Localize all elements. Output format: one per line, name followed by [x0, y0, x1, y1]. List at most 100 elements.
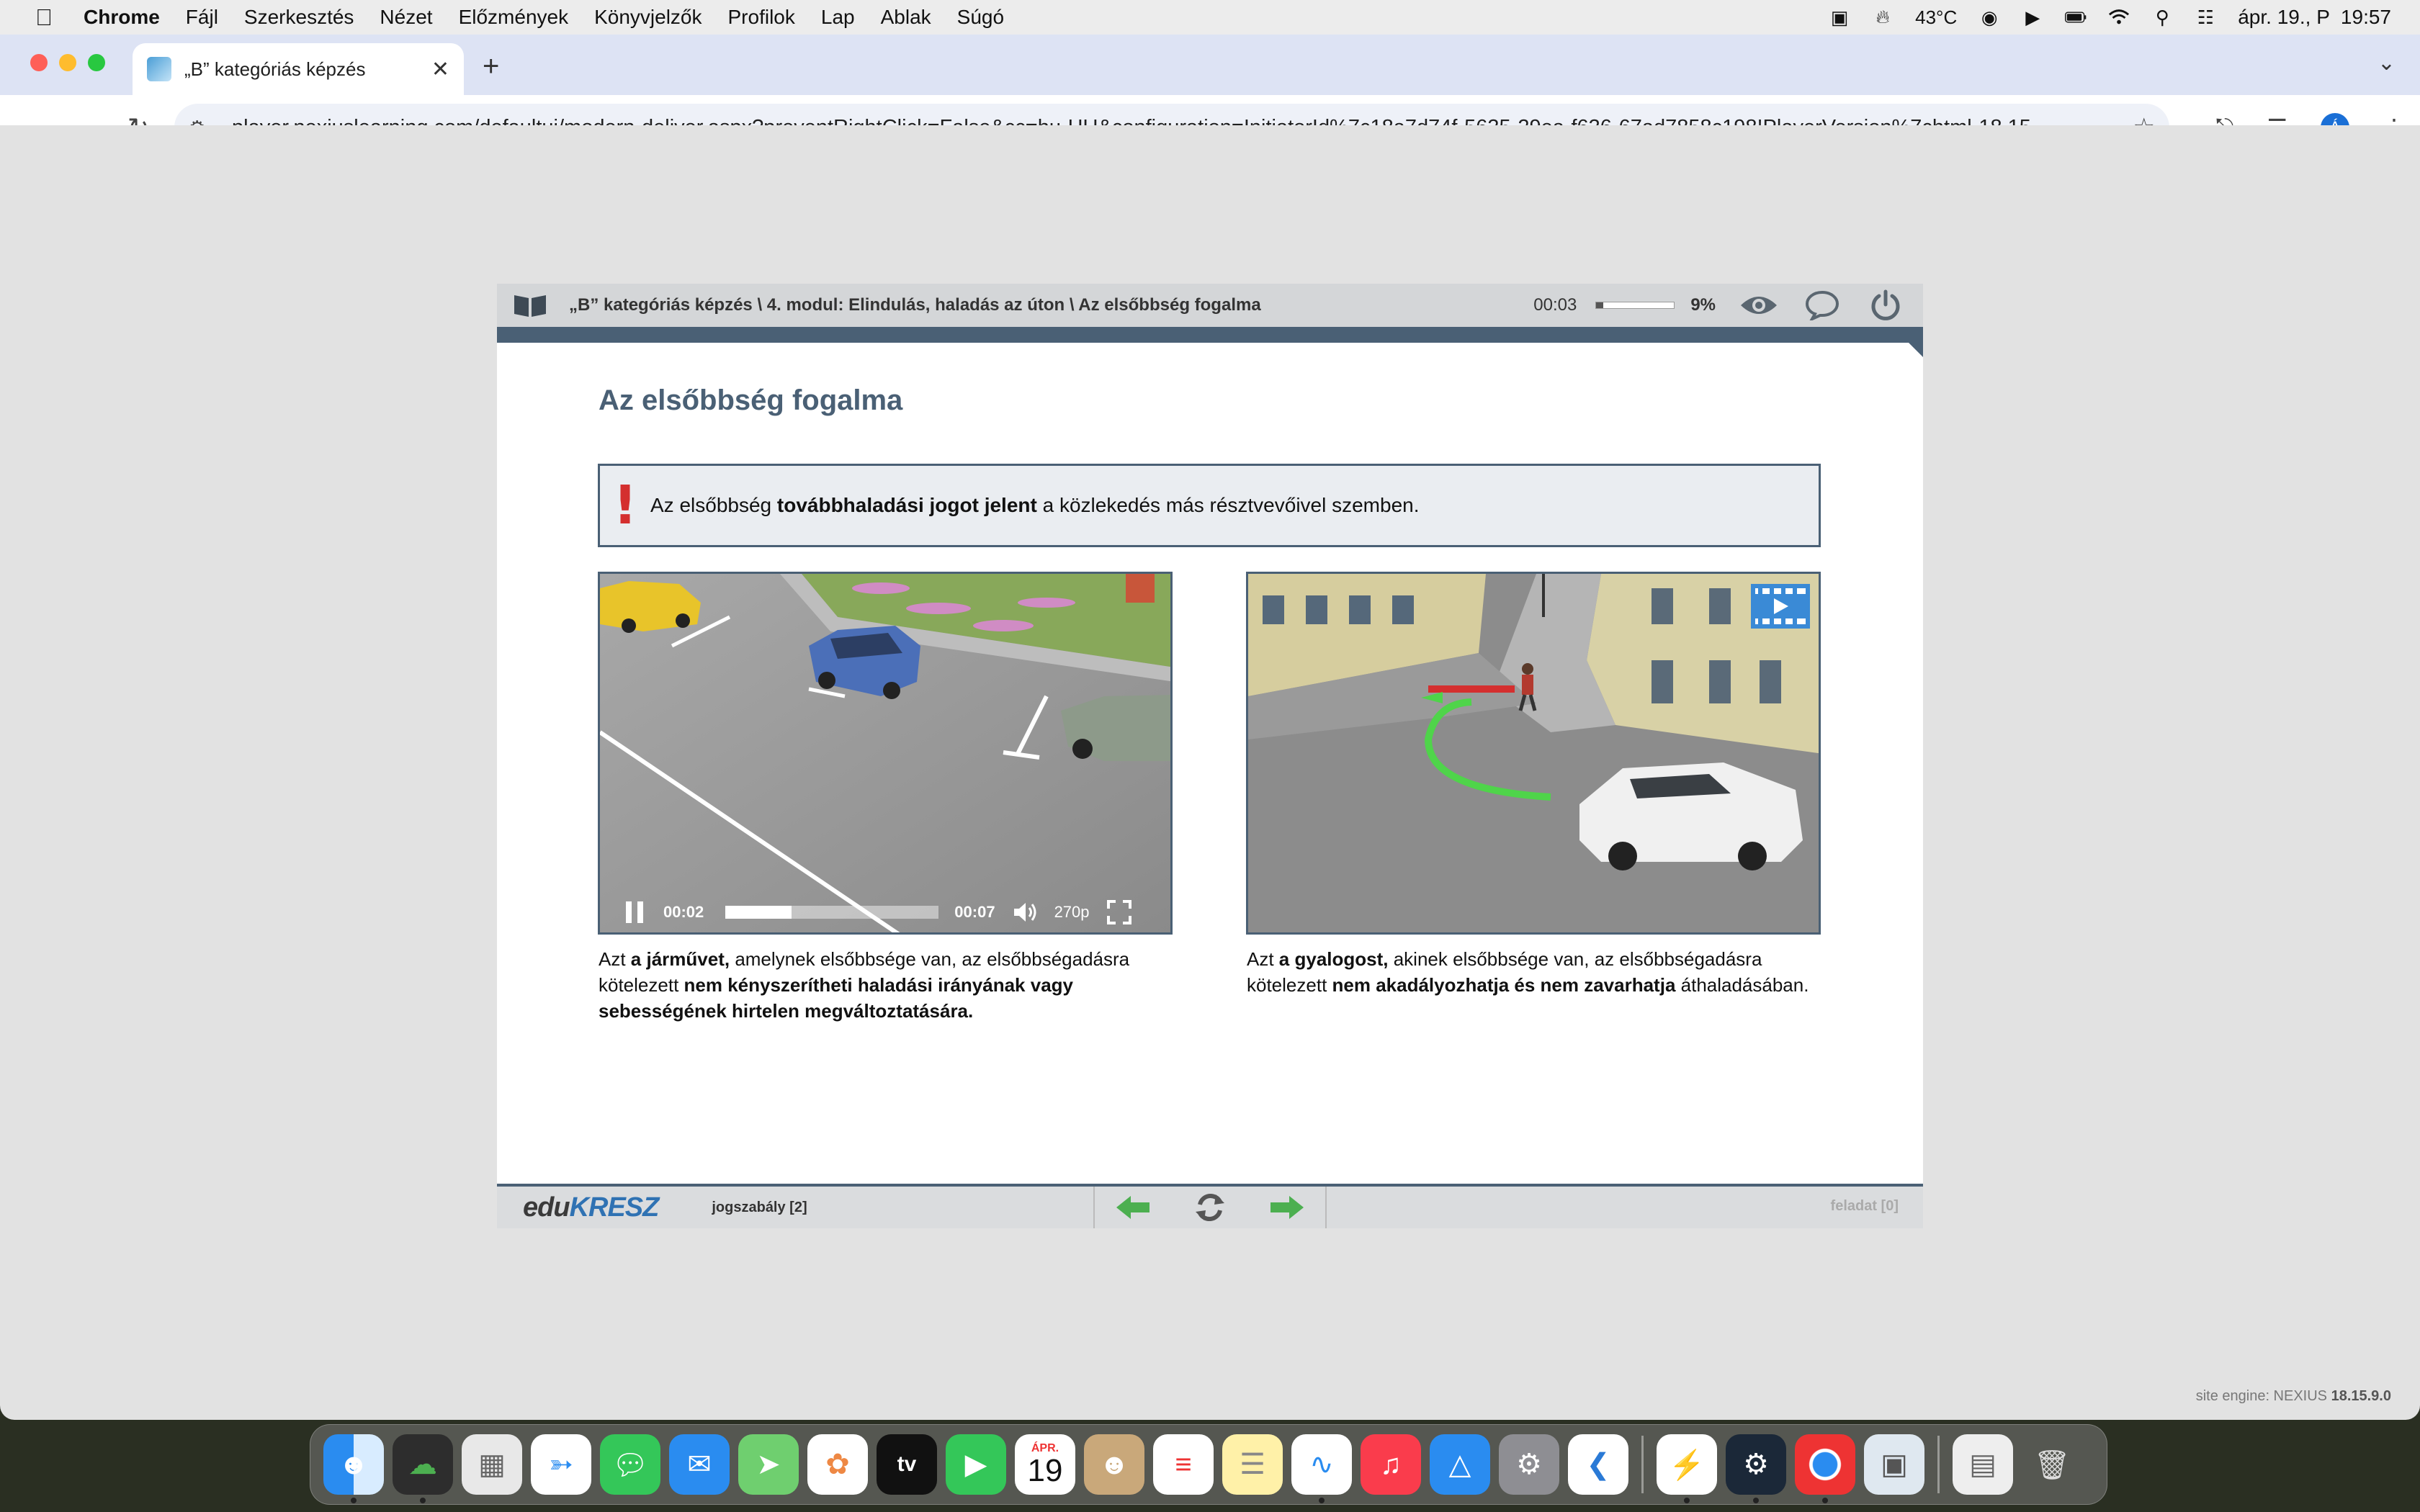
menu-help[interactable]: Súgó: [957, 6, 1004, 29]
reload-page-icon[interactable]: [1188, 1191, 1232, 1224]
video-player-pedestrian[interactable]: [1246, 572, 1821, 935]
facetime-icon[interactable]: ▶: [946, 1434, 1006, 1495]
calendar-icon[interactable]: ÁPR. 19: [1015, 1434, 1075, 1495]
caption-bold: nem akadályozhatja és nem zavarhatja: [1332, 974, 1676, 996]
safari-icon[interactable]: ➳: [531, 1434, 591, 1495]
course-progress-fill: [1596, 302, 1604, 308]
breadcrumb: „B” kategóriás képzés \ 4. modul: Elindu…: [569, 295, 1261, 315]
video-player-vehicle[interactable]: 00:02 00:07 270p: [598, 572, 1173, 935]
messages-icon[interactable]: 💬︎: [600, 1434, 660, 1495]
messenger-icon[interactable]: ⚡: [1657, 1434, 1717, 1503]
video-quality-selector[interactable]: 270p: [1054, 903, 1090, 922]
icloud-app-icon[interactable]: ☁: [393, 1434, 453, 1503]
film-play-icon[interactable]: [1751, 584, 1810, 629]
table-of-contents-book-icon[interactable]: [513, 292, 547, 318]
tab-strip: „B” kategóriás képzés ✕ + ⌄: [0, 35, 2420, 95]
caption-vehicle: Azt a járművet, amelynek elsőbbsége van,…: [599, 946, 1175, 1024]
caption-text: áthaladásában.: [1675, 974, 1809, 996]
power-exit-icon[interactable]: [1865, 285, 1906, 325]
caption-text: Azt: [1247, 948, 1279, 970]
wifi-icon[interactable]: [2108, 6, 2130, 28]
flame-icon[interactable]: 🔥︎: [1872, 6, 1894, 28]
player-footer: eduKRESZ jogszabály [2] feladat [0]: [497, 1184, 1923, 1228]
pause-icon[interactable]: [626, 901, 647, 923]
dock-separator: [1641, 1436, 1644, 1493]
system-settings-icon[interactable]: ⚙: [1499, 1434, 1559, 1495]
menu-history[interactable]: Előzmények: [459, 6, 569, 29]
preview-icon[interactable]: ▣: [1864, 1434, 1924, 1495]
steam-icon[interactable]: ⚙: [1726, 1434, 1786, 1503]
finder-icon[interactable]: ☻: [323, 1434, 384, 1503]
menu-window[interactable]: Ablak: [881, 6, 931, 29]
new-tab-button[interactable]: +: [483, 50, 499, 83]
regulation-link[interactable]: jogszabály [2]: [712, 1200, 807, 1216]
web-content: „B” kategóriás képzés \ 4. modul: Elindu…: [0, 125, 2420, 1404]
street-crossing-scene: [1248, 574, 1819, 932]
task-counter[interactable]: feladat [0]: [1831, 1198, 1899, 1215]
menu-view[interactable]: Nézet: [380, 6, 432, 29]
comment-bubble-icon[interactable]: [1802, 285, 1842, 325]
window-close-button[interactable]: [30, 54, 48, 71]
window-minimize-button[interactable]: [59, 54, 76, 71]
menu-edit[interactable]: Szerkesztés: [244, 6, 354, 29]
video-current-time: 00:02: [663, 903, 704, 921]
video-seek-fill: [725, 906, 792, 919]
apple-tv-icon[interactable]: tv: [877, 1434, 937, 1495]
photos-icon[interactable]: ✿: [807, 1434, 868, 1495]
site-engine-label: site engine: NEXIUS: [2195, 1388, 2331, 1404]
header-accent-band: [497, 327, 1923, 343]
caption-bold: a gyalogost,: [1278, 948, 1389, 970]
next-arrow-icon[interactable]: [1265, 1191, 1309, 1224]
caption-pedestrian: Azt a gyalogost, akinek elsőbbsége van, …: [1247, 946, 1823, 998]
caption-text: Azt: [599, 948, 631, 970]
tab-search-chevron-icon[interactable]: ⌄: [2378, 50, 2396, 76]
video-seek-bar[interactable]: [725, 906, 939, 919]
downloads-stack-icon[interactable]: ▤: [1953, 1434, 2013, 1495]
notes-icon[interactable]: ☰: [1222, 1434, 1283, 1495]
tab-title: „B” kategóriás képzés: [184, 58, 366, 80]
site-engine-version: site engine: NEXIUS 18.15.9.0: [2196, 1388, 2391, 1405]
creative-cloud-icon[interactable]: ◉: [1978, 6, 2000, 28]
reminders-icon[interactable]: ≡: [1153, 1434, 1214, 1495]
mail-icon[interactable]: ✉: [669, 1434, 730, 1495]
battery-icon[interactable]: [2065, 6, 2087, 28]
control-center-icon[interactable]: ☷: [2195, 6, 2216, 28]
apple-menu-icon[interactable]: : [27, 4, 60, 31]
eye-icon[interactable]: [1739, 285, 1779, 325]
tab-close-icon[interactable]: ✕: [431, 57, 449, 82]
calendar-day: 19: [1027, 1453, 1063, 1488]
launchpad-icon[interactable]: ▦: [462, 1434, 522, 1495]
browser-tab-active[interactable]: „B” kategóriás képzés ✕: [133, 43, 464, 95]
music-icon[interactable]: ♫: [1361, 1434, 1421, 1495]
caption-bold: a járművet,: [630, 948, 730, 970]
menu-profiles[interactable]: Profilok: [728, 6, 795, 29]
app-store-icon[interactable]: △: [1430, 1434, 1490, 1495]
player-header: „B” kategóriás képzés \ 4. modul: Elindu…: [497, 284, 1923, 327]
trash-icon[interactable]: 🗑︎: [2022, 1434, 2082, 1495]
logo-edu: edu: [523, 1192, 570, 1223]
volume-icon[interactable]: [1013, 901, 1039, 924]
spotlight-search-icon[interactable]: ⚲: [2151, 6, 2173, 28]
maps-icon[interactable]: ➤: [738, 1434, 799, 1495]
video-controls: 00:02 00:07 270p: [600, 892, 1170, 932]
menu-file[interactable]: Fájl: [186, 6, 218, 29]
menu-tab[interactable]: Lap: [821, 6, 855, 29]
parking-lot-scene: [600, 574, 1170, 932]
datetime-label[interactable]: ápr. 19., P 19:57: [2238, 6, 2391, 29]
menu-app-chrome[interactable]: Chrome: [84, 6, 160, 29]
page-navigation: [1093, 1187, 1327, 1228]
vscode-icon[interactable]: ❮: [1568, 1434, 1628, 1495]
course-progress-bar: [1595, 302, 1675, 309]
contacts-icon[interactable]: ☻: [1084, 1434, 1144, 1495]
key-notice-box: ! Az elsőbbség továbbhaladási jogot jele…: [598, 464, 1821, 547]
previous-arrow-icon[interactable]: [1111, 1191, 1155, 1224]
window-zoom-button[interactable]: [88, 54, 105, 71]
vpn-shield-icon[interactable]: ▣: [1829, 6, 1850, 28]
media-play-icon[interactable]: ▶: [2022, 6, 2043, 28]
freeform-icon[interactable]: ∿: [1291, 1434, 1352, 1503]
course-player: „B” kategóriás képzés \ 4. modul: Elindu…: [497, 284, 1923, 1228]
dock-separator: [1937, 1436, 1940, 1493]
chrome-icon[interactable]: ​: [1795, 1434, 1855, 1503]
fullscreen-icon[interactable]: [1106, 900, 1131, 924]
menu-bookmarks[interactable]: Könyvjelzők: [594, 6, 702, 29]
